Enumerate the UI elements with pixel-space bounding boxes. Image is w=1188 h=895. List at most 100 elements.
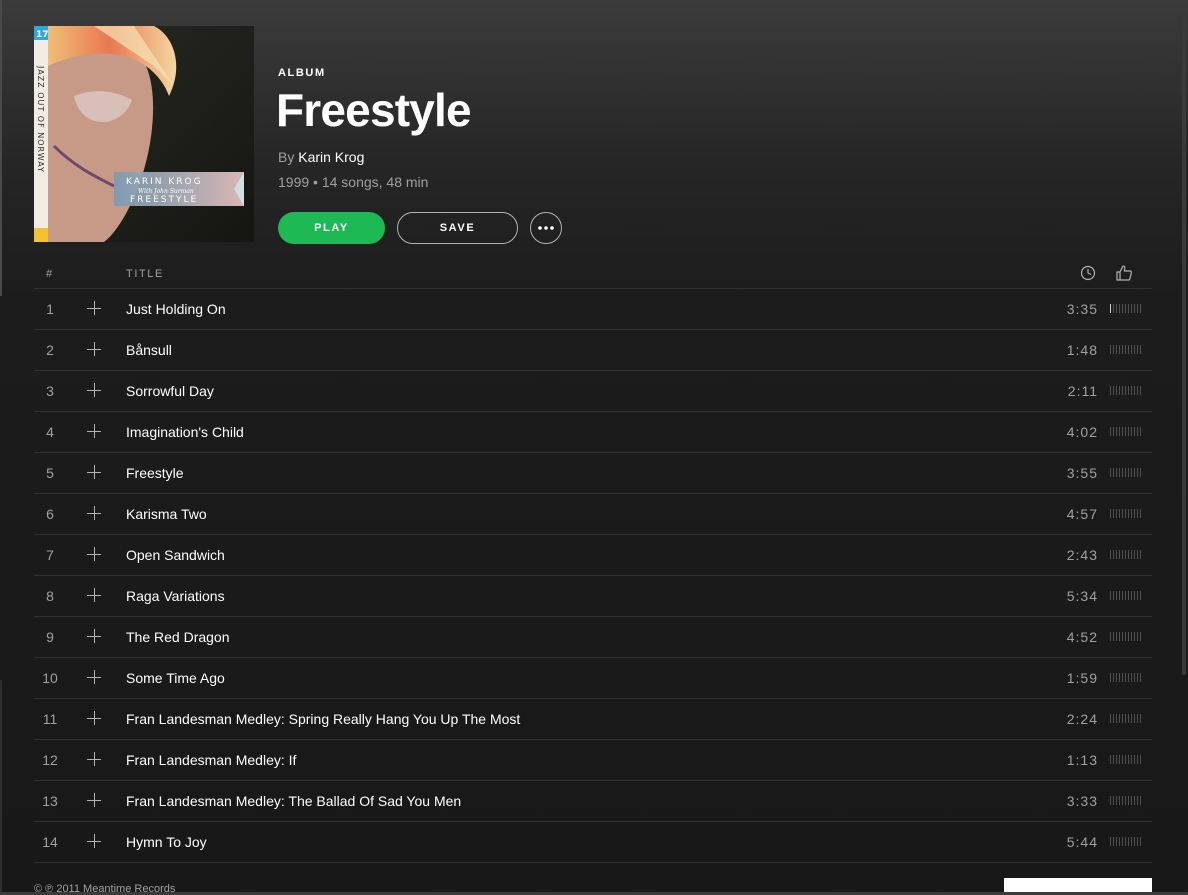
add-icon[interactable] bbox=[87, 629, 103, 645]
track-duration: 3:35 bbox=[1066, 301, 1098, 317]
track-row[interactable]: 2 Bånsull 1:48 bbox=[34, 330, 1152, 371]
play-button[interactable]: PLAY bbox=[278, 212, 385, 244]
popularity-tick bbox=[1134, 591, 1135, 600]
add-icon[interactable] bbox=[87, 301, 103, 317]
popularity-tick bbox=[1125, 591, 1126, 600]
add-icon[interactable] bbox=[87, 465, 103, 481]
popularity-tick bbox=[1110, 550, 1111, 559]
add-icon[interactable] bbox=[87, 711, 103, 727]
track-duration: 5:34 bbox=[1066, 588, 1098, 604]
track-duration: 4:52 bbox=[1066, 629, 1098, 645]
track-row[interactable]: 5 Freestyle 3:55 bbox=[34, 453, 1152, 494]
track-title[interactable]: Fran Landesman Medley: Spring Really Han… bbox=[126, 711, 520, 727]
track-title[interactable]: Just Holding On bbox=[126, 301, 226, 317]
album-cover[interactable]: KARIN KROG With John Surman FREESTYLE 17… bbox=[34, 26, 254, 242]
add-icon[interactable] bbox=[87, 793, 103, 809]
artist-link[interactable]: Karin Krog bbox=[298, 149, 364, 165]
add-icon[interactable] bbox=[87, 342, 103, 358]
popularity-tick bbox=[1134, 755, 1135, 764]
popularity-tick bbox=[1116, 755, 1117, 764]
track-number: 8 bbox=[46, 588, 54, 604]
track-title[interactable]: Open Sandwich bbox=[126, 547, 225, 563]
album-type-label: ALBUM bbox=[278, 67, 326, 79]
track-title[interactable]: The Red Dragon bbox=[126, 629, 230, 645]
popularity-tick bbox=[1128, 509, 1129, 518]
add-icon[interactable] bbox=[87, 383, 103, 399]
popularity-tick bbox=[1134, 509, 1135, 518]
add-icon[interactable] bbox=[87, 547, 103, 563]
popularity-tick bbox=[1110, 837, 1111, 846]
add-icon[interactable] bbox=[87, 834, 103, 850]
popularity-bar bbox=[1110, 796, 1142, 806]
track-row[interactable]: 4 Imagination's Child 4:02 bbox=[34, 412, 1152, 453]
popularity-tick bbox=[1125, 632, 1126, 641]
track-number: 4 bbox=[46, 424, 54, 440]
cover-series-text: JAZZ OUT OF NORWAY bbox=[36, 65, 45, 173]
track-row[interactable]: 7 Open Sandwich 2:43 bbox=[34, 535, 1152, 576]
track-row[interactable]: 10 Some Time Ago 1:59 bbox=[34, 658, 1152, 699]
track-row[interactable]: 12 Fran Landesman Medley: If 1:13 bbox=[34, 740, 1152, 781]
add-icon[interactable] bbox=[87, 506, 103, 522]
track-title[interactable]: Fran Landesman Medley: The Ballad Of Sad… bbox=[126, 793, 461, 809]
add-icon[interactable] bbox=[87, 670, 103, 686]
scrollbar[interactable] bbox=[1182, 0, 1188, 892]
popularity-tick bbox=[1113, 468, 1114, 477]
popularity-tick bbox=[1113, 345, 1114, 354]
header-title[interactable]: TITLE bbox=[126, 268, 164, 280]
thumbs-up-icon[interactable] bbox=[1115, 264, 1133, 287]
track-number: 2 bbox=[46, 342, 54, 358]
popularity-tick bbox=[1119, 673, 1120, 682]
popularity-tick bbox=[1137, 304, 1138, 313]
track-title[interactable]: Freestyle bbox=[126, 465, 184, 481]
track-row[interactable]: 14 Hymn To Joy 5:44 bbox=[34, 822, 1152, 863]
track-row[interactable]: 1 Just Holding On 3:35 bbox=[34, 289, 1152, 330]
track-title[interactable]: Some Time Ago bbox=[126, 670, 225, 686]
popularity-tick bbox=[1128, 345, 1129, 354]
track-row[interactable]: 11 Fran Landesman Medley: Spring Really H… bbox=[34, 699, 1152, 740]
popularity-tick bbox=[1131, 468, 1132, 477]
track-title[interactable]: Karisma Two bbox=[126, 506, 207, 522]
track-duration: 2:11 bbox=[1067, 383, 1098, 399]
popularity-tick bbox=[1122, 345, 1123, 354]
add-icon[interactable] bbox=[87, 752, 103, 768]
track-number: 9 bbox=[46, 629, 54, 645]
track-title[interactable]: Sorrowful Day bbox=[126, 383, 214, 399]
popularity-tick bbox=[1119, 386, 1120, 395]
track-duration: 2:24 bbox=[1066, 711, 1098, 727]
popularity-tick bbox=[1131, 509, 1132, 518]
track-duration: 3:33 bbox=[1066, 793, 1098, 809]
popularity-tick bbox=[1125, 509, 1126, 518]
track-number: 11 bbox=[42, 711, 58, 727]
popularity-tick bbox=[1128, 837, 1129, 846]
add-icon[interactable] bbox=[87, 588, 103, 604]
track-title[interactable]: Hymn To Joy bbox=[126, 834, 207, 850]
track-row[interactable]: 8 Raga Variations 5:34 bbox=[34, 576, 1152, 617]
track-row[interactable]: 6 Karisma Two 4:57 bbox=[34, 494, 1152, 535]
popularity-tick bbox=[1122, 755, 1123, 764]
popularity-tick bbox=[1110, 714, 1111, 723]
popularity-tick bbox=[1122, 386, 1123, 395]
save-button[interactable]: SAVE bbox=[397, 212, 518, 244]
track-title[interactable]: Raga Variations bbox=[126, 588, 225, 604]
track-list-header: # TITLE bbox=[34, 258, 1152, 289]
popularity-tick bbox=[1137, 550, 1138, 559]
track-title[interactable]: Imagination's Child bbox=[126, 424, 244, 440]
add-icon[interactable] bbox=[87, 424, 103, 440]
track-row[interactable]: 13 Fran Landesman Medley: The Ballad Of S… bbox=[34, 781, 1152, 822]
popularity-tick bbox=[1125, 796, 1126, 805]
clock-icon[interactable] bbox=[1080, 265, 1096, 286]
scrollbar-thumb[interactable] bbox=[1182, 18, 1186, 675]
popularity-tick bbox=[1140, 304, 1141, 313]
track-title[interactable]: Fran Landesman Medley: If bbox=[126, 752, 296, 768]
track-duration: 2:43 bbox=[1066, 547, 1098, 563]
popularity-tick bbox=[1137, 509, 1138, 518]
track-number: 7 bbox=[46, 547, 54, 563]
more-options-button[interactable] bbox=[530, 212, 562, 244]
track-row[interactable]: 9 The Red Dragon 4:52 bbox=[34, 617, 1152, 658]
track-title[interactable]: Bånsull bbox=[126, 342, 172, 358]
header-number[interactable]: # bbox=[46, 268, 52, 280]
popularity-tick bbox=[1116, 591, 1117, 600]
track-row[interactable]: 3 Sorrowful Day 2:11 bbox=[34, 371, 1152, 412]
popularity-tick bbox=[1131, 714, 1132, 723]
popularity-tick bbox=[1110, 345, 1111, 354]
